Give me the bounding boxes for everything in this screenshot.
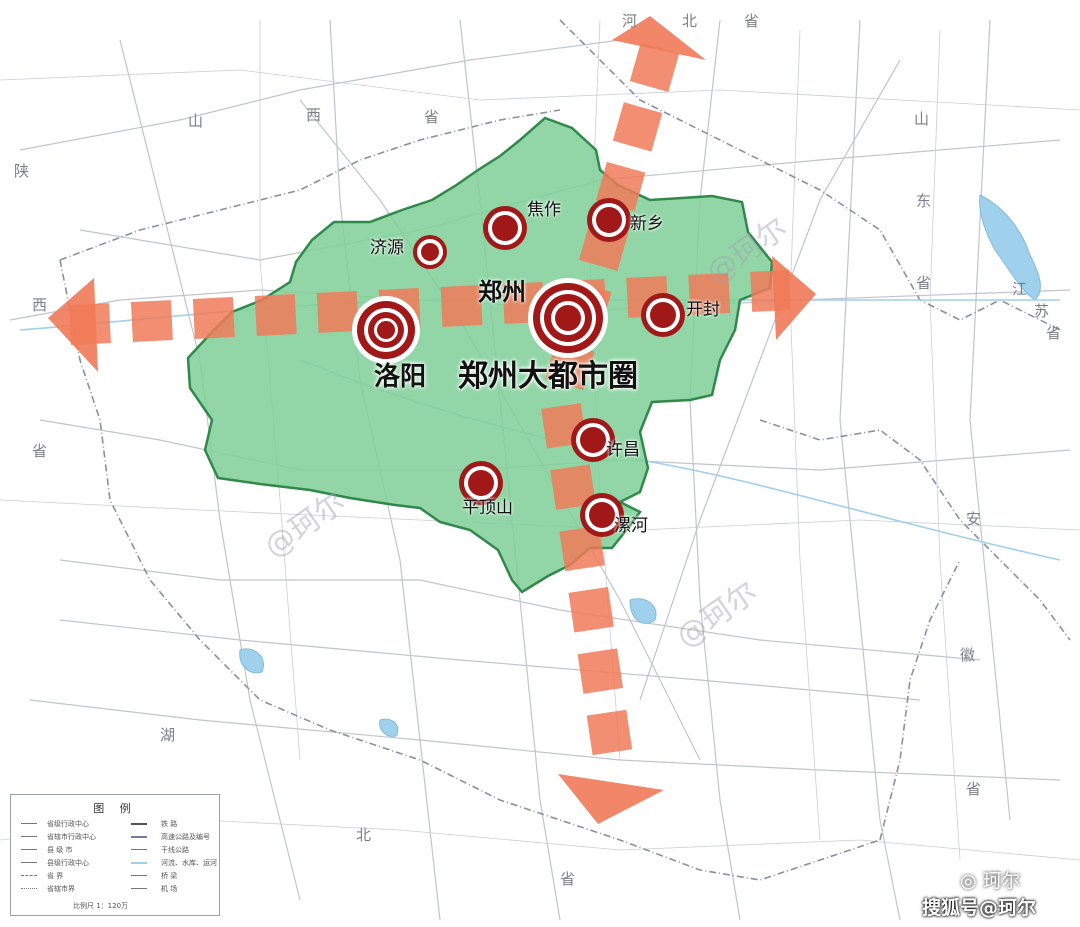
legend-scale: 比例尺 1：120万 <box>73 902 129 910</box>
luoyang-marker <box>352 296 420 364</box>
legend-item: 省级行政中心 <box>47 820 89 828</box>
city-label-jiaozuo: 焦作 <box>527 200 561 220</box>
city-label-zhengzhou: 郑州 <box>478 278 526 306</box>
legend-item: 河流、水库、运河 <box>161 859 217 867</box>
legend-item: 高速公路及编号 <box>161 833 210 841</box>
zhengzhou-marker <box>528 278 608 358</box>
province-label-anhui-hui: 徽 <box>960 646 976 664</box>
region-title: 郑州大都市圈 <box>458 359 638 394</box>
wechat-name: 珂尔 <box>982 870 1021 892</box>
province-label-hebei-sheng: 省 <box>744 12 760 30</box>
province-label-shandong-shan: 山 <box>914 110 930 128</box>
base-map <box>0 0 1080 927</box>
legend-item: 干线公路 <box>161 846 189 854</box>
xinxiang-marker <box>587 198 631 242</box>
map-legend: 图 例 省级行政中心 省辖市行政中心 县 级 市 县级行政中心 省 界 省辖市界… <box>10 794 220 916</box>
province-label-shaanxi-xi: 西 <box>32 296 48 314</box>
province-label-shanxi-sheng: 省 <box>424 108 440 126</box>
jiaozuo-marker <box>483 206 527 250</box>
jiyuan-marker <box>413 235 447 269</box>
province-label-hubei-bei: 北 <box>356 826 372 844</box>
city-label-jiyuan: 济源 <box>370 238 404 258</box>
province-label-hebei-he: 河 <box>622 12 638 30</box>
city-label-xuchang: 许昌 <box>606 440 640 460</box>
city-label-kaifeng: 开封 <box>686 300 720 320</box>
legend-item: 县 级 市 <box>47 846 73 854</box>
legend-item: 县级行政中心 <box>47 859 89 867</box>
province-label-hubei-sheng: 省 <box>560 870 576 888</box>
legend-item: 省 界 <box>47 872 64 880</box>
kaifeng-marker <box>641 293 685 337</box>
province-label-shandong-dong: 东 <box>916 192 932 210</box>
province-label-anhui-sheng: 省 <box>966 780 982 798</box>
legend-item: 桥 梁 <box>161 872 178 880</box>
city-label-xinxiang: 新乡 <box>630 214 664 234</box>
city-label-luohe: 漯河 <box>614 516 648 536</box>
province-label-anhui-an: 安 <box>966 510 982 528</box>
province-label-shandong-sheng: 省 <box>916 274 932 292</box>
province-label-jiangsu-su: 苏 <box>1034 302 1050 320</box>
province-label-shanxi-shan: 山 <box>188 112 204 130</box>
legend-item: 省辖市界 <box>47 885 75 893</box>
wechat-brand: ◎ 珂尔 <box>960 866 1021 893</box>
city-label-luoyang: 洛阳 <box>374 362 427 392</box>
province-label-shaanxi-shan: 陕 <box>14 162 30 180</box>
province-label-hebei-bei: 北 <box>682 12 698 30</box>
source-credit: 搜狐号@珂尔 <box>922 897 1037 919</box>
legend-item: 省辖市行政中心 <box>47 833 96 841</box>
wechat-icon: ◎ <box>960 870 983 892</box>
province-label-hubei-hu: 湖 <box>160 726 176 744</box>
city-label-pingdingshan: 平顶山 <box>462 498 513 518</box>
legend-title: 图 例 <box>93 802 137 815</box>
province-label-jiangsu-jiang: 江 <box>1012 280 1028 298</box>
province-label-shanxi-xi: 西 <box>306 106 322 124</box>
legend-item: 机 场 <box>161 885 178 893</box>
province-label-shaanxi-sheng: 省 <box>32 442 48 460</box>
legend-item: 铁 路 <box>161 820 178 828</box>
province-label-jiangsu-sheng: 省 <box>1046 324 1062 342</box>
